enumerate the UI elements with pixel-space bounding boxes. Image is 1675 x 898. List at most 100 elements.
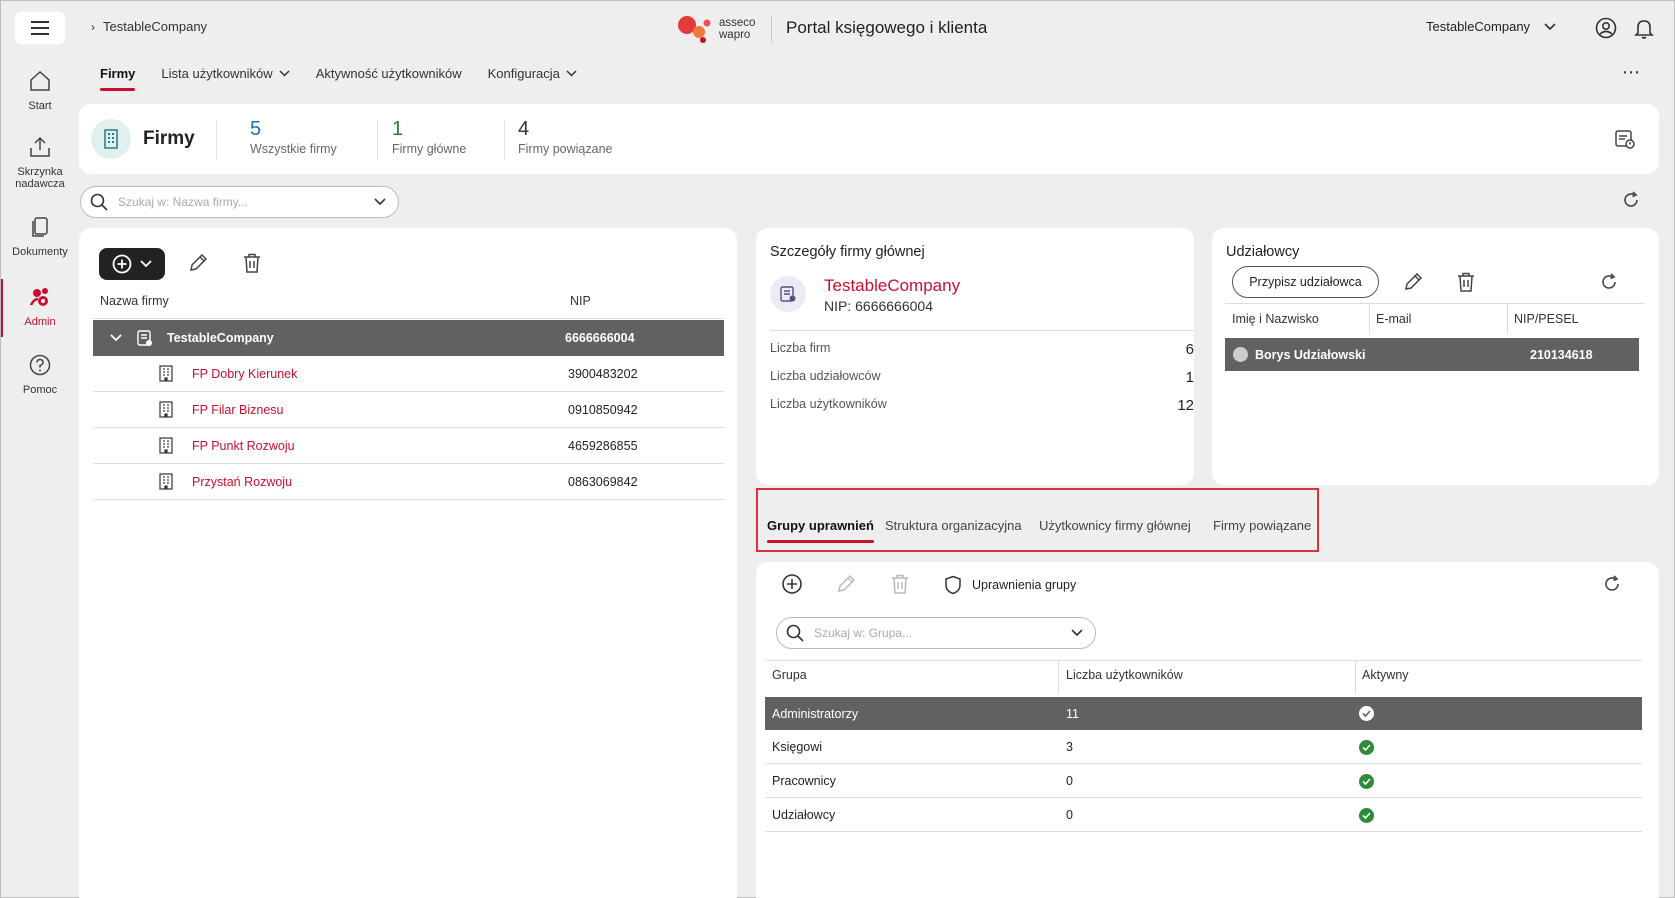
table-row[interactable]: FP Punkt Rozwoju 4659286855 bbox=[93, 428, 724, 464]
stat-label: Firmy powiązane bbox=[518, 142, 613, 156]
group-user-count: 0 bbox=[1066, 808, 1073, 822]
group-user-count: 0 bbox=[1066, 774, 1073, 788]
tab-uzytkownicy-firmy-glownej[interactable]: Użytkownicy firmy głównej bbox=[1039, 518, 1191, 533]
user-account-icon[interactable] bbox=[1595, 17, 1617, 42]
column-header-name[interactable]: Imię i Nazwisko bbox=[1232, 312, 1319, 326]
stat-main-companies[interactable]: 1 Firmy główne bbox=[392, 118, 466, 156]
delete-company-button[interactable] bbox=[241, 252, 263, 274]
search-icon bbox=[786, 624, 804, 642]
table-row[interactable]: Administratorzy 11 bbox=[765, 697, 1642, 730]
tab-firmy[interactable]: Firmy bbox=[100, 66, 136, 91]
add-group-button[interactable] bbox=[781, 573, 803, 595]
stat-label: Wszystkie firmy bbox=[250, 142, 337, 156]
shareholders-card: Udziałowcy Przypisz udziałowca Imię i Na… bbox=[1212, 228, 1659, 485]
report-icon[interactable] bbox=[1614, 128, 1636, 153]
tab-konfiguracja[interactable]: Konfiguracja bbox=[488, 66, 577, 91]
column-header-nip[interactable]: NIP bbox=[570, 294, 591, 308]
shareholder-name: Borys Udziałowski bbox=[1255, 347, 1366, 362]
breadcrumb: › TestableCompany bbox=[91, 19, 207, 34]
documents-icon bbox=[32, 217, 48, 237]
tab-label: Grupy uprawnień bbox=[767, 518, 874, 533]
tab-label: Struktura organizacyjna bbox=[885, 518, 1022, 533]
company-nip: 3900483202 bbox=[568, 366, 638, 381]
table-row[interactable]: Pracownicy 0 bbox=[765, 765, 1642, 798]
group-search-input[interactable]: Szukaj w: Grupa... bbox=[776, 617, 1096, 649]
asseco-wapro-logo: asseco wapro bbox=[677, 14, 755, 44]
table-row[interactable]: Borys Udziałowski 210134618 bbox=[1225, 338, 1639, 371]
group-permissions-button[interactable]: Uprawnienia grupy bbox=[944, 575, 1076, 595]
breadcrumb-company[interactable]: TestableCompany bbox=[103, 19, 207, 34]
group-user-count: 11 bbox=[1066, 706, 1079, 721]
edit-shareholder-button[interactable] bbox=[1402, 271, 1424, 293]
portal-title: Portal księgowego i klienta bbox=[786, 18, 988, 37]
divider bbox=[1225, 303, 1645, 304]
button-label: Przypisz udziałowca bbox=[1249, 275, 1362, 289]
group-name: Księgowi bbox=[772, 740, 823, 754]
sidebar-item-documents[interactable]: Dokumenty bbox=[1, 215, 79, 258]
table-row[interactable]: TestableCompany 6666666004 bbox=[93, 320, 724, 356]
stat-linked-companies[interactable]: 4 Firmy powiązane bbox=[518, 118, 612, 156]
table-row[interactable]: Księgowi 3 bbox=[765, 731, 1642, 764]
column-header-nip[interactable]: NIP/PESEL bbox=[1514, 312, 1579, 326]
notifications-bell-icon[interactable] bbox=[1633, 17, 1655, 42]
tab-lista-uzytkownikow[interactable]: Lista użytkowników bbox=[161, 66, 290, 91]
refresh-icon[interactable] bbox=[1599, 272, 1619, 292]
tab-grupy-uprawnien[interactable]: Grupy uprawnień bbox=[767, 518, 874, 543]
stat-value: 4 bbox=[518, 118, 530, 140]
building-icon bbox=[159, 473, 173, 490]
tab-firmy-powiazane[interactable]: Firmy powiązane bbox=[1213, 518, 1311, 533]
chevron-right-icon: › bbox=[91, 19, 95, 34]
group-name: Pracownicy bbox=[772, 774, 836, 788]
tab-label: Konfiguracja bbox=[487, 66, 560, 81]
company-name-link[interactable]: FP Filar Biznesu bbox=[192, 403, 568, 417]
sidebar-item-label: Dokumenty bbox=[12, 246, 68, 258]
main-nav-tabs: Firmy Lista użytkowników Aktywność użytk… bbox=[100, 66, 577, 91]
pencil-icon bbox=[190, 253, 208, 271]
sidebar-item-start[interactable]: Start bbox=[1, 69, 79, 112]
sidebar-item-help[interactable]: Pomoc bbox=[1, 353, 79, 396]
table-row[interactable]: FP Filar Biznesu 0910850942 bbox=[93, 392, 724, 428]
building-icon bbox=[91, 119, 131, 159]
column-header-email[interactable]: E-mail bbox=[1376, 312, 1411, 326]
check-circle-icon bbox=[1359, 773, 1374, 789]
table-row[interactable]: Udziałowcy 0 bbox=[765, 799, 1642, 832]
assign-shareholder-button[interactable]: Przypisz udziałowca bbox=[1232, 266, 1379, 298]
refresh-icon[interactable] bbox=[1602, 574, 1622, 594]
table-row[interactable]: Przystań Rozwoju 0863069842 bbox=[93, 464, 724, 500]
divider bbox=[1507, 304, 1508, 334]
chevron-down-icon[interactable] bbox=[110, 334, 122, 342]
main-company-icon bbox=[770, 276, 806, 312]
outbox-icon bbox=[30, 136, 50, 157]
table-row[interactable]: FP Dobry Kierunek 3900483202 bbox=[93, 356, 724, 392]
hamburger-menu-button[interactable] bbox=[15, 12, 65, 44]
refresh-icon[interactable] bbox=[1621, 190, 1641, 213]
building-icon bbox=[159, 401, 173, 418]
more-options-icon[interactable]: ⋯ bbox=[1622, 62, 1641, 83]
delete-shareholder-button[interactable] bbox=[1455, 271, 1477, 293]
add-company-button[interactable] bbox=[99, 248, 165, 280]
company-search-input[interactable]: Szukaj w: Nazwa firmy... bbox=[80, 186, 399, 218]
company-name-link[interactable]: FP Punkt Rozwoju bbox=[192, 439, 568, 453]
chevron-down-icon[interactable] bbox=[374, 198, 386, 206]
company-name-link[interactable]: FP Dobry Kierunek bbox=[192, 367, 568, 381]
delete-group-button[interactable] bbox=[889, 573, 911, 595]
tab-aktywnosc-uzytkownikow[interactable]: Aktywność użytkowników bbox=[316, 66, 462, 91]
group-name: Udziałowcy bbox=[772, 808, 836, 822]
shareholders-title: Udziałowcy bbox=[1226, 244, 1300, 260]
company-selector[interactable]: TestableCompany bbox=[1426, 19, 1556, 34]
check-circle-icon bbox=[1359, 807, 1374, 823]
edit-group-button[interactable] bbox=[835, 573, 857, 595]
column-header-name[interactable]: Nazwa firmy bbox=[100, 294, 169, 308]
tab-label: Firmy powiązane bbox=[1213, 518, 1312, 533]
stat-value: 5 bbox=[250, 118, 262, 140]
shield-icon bbox=[945, 575, 961, 595]
sidebar-item-outbox[interactable]: Skrzynka nadawcza bbox=[1, 135, 79, 190]
stat-all-companies[interactable]: 5 Wszystkie firmy bbox=[250, 118, 337, 156]
chevron-down-icon[interactable] bbox=[1071, 629, 1083, 637]
tab-struktura-organizacyjna[interactable]: Struktura organizacyjna bbox=[885, 518, 1022, 533]
divider bbox=[504, 120, 505, 160]
logo-line2: wapro bbox=[719, 29, 751, 41]
sidebar-item-admin[interactable]: Admin bbox=[1, 279, 79, 337]
company-name-link[interactable]: Przystań Rozwoju bbox=[192, 475, 568, 489]
edit-company-button[interactable] bbox=[187, 252, 209, 274]
